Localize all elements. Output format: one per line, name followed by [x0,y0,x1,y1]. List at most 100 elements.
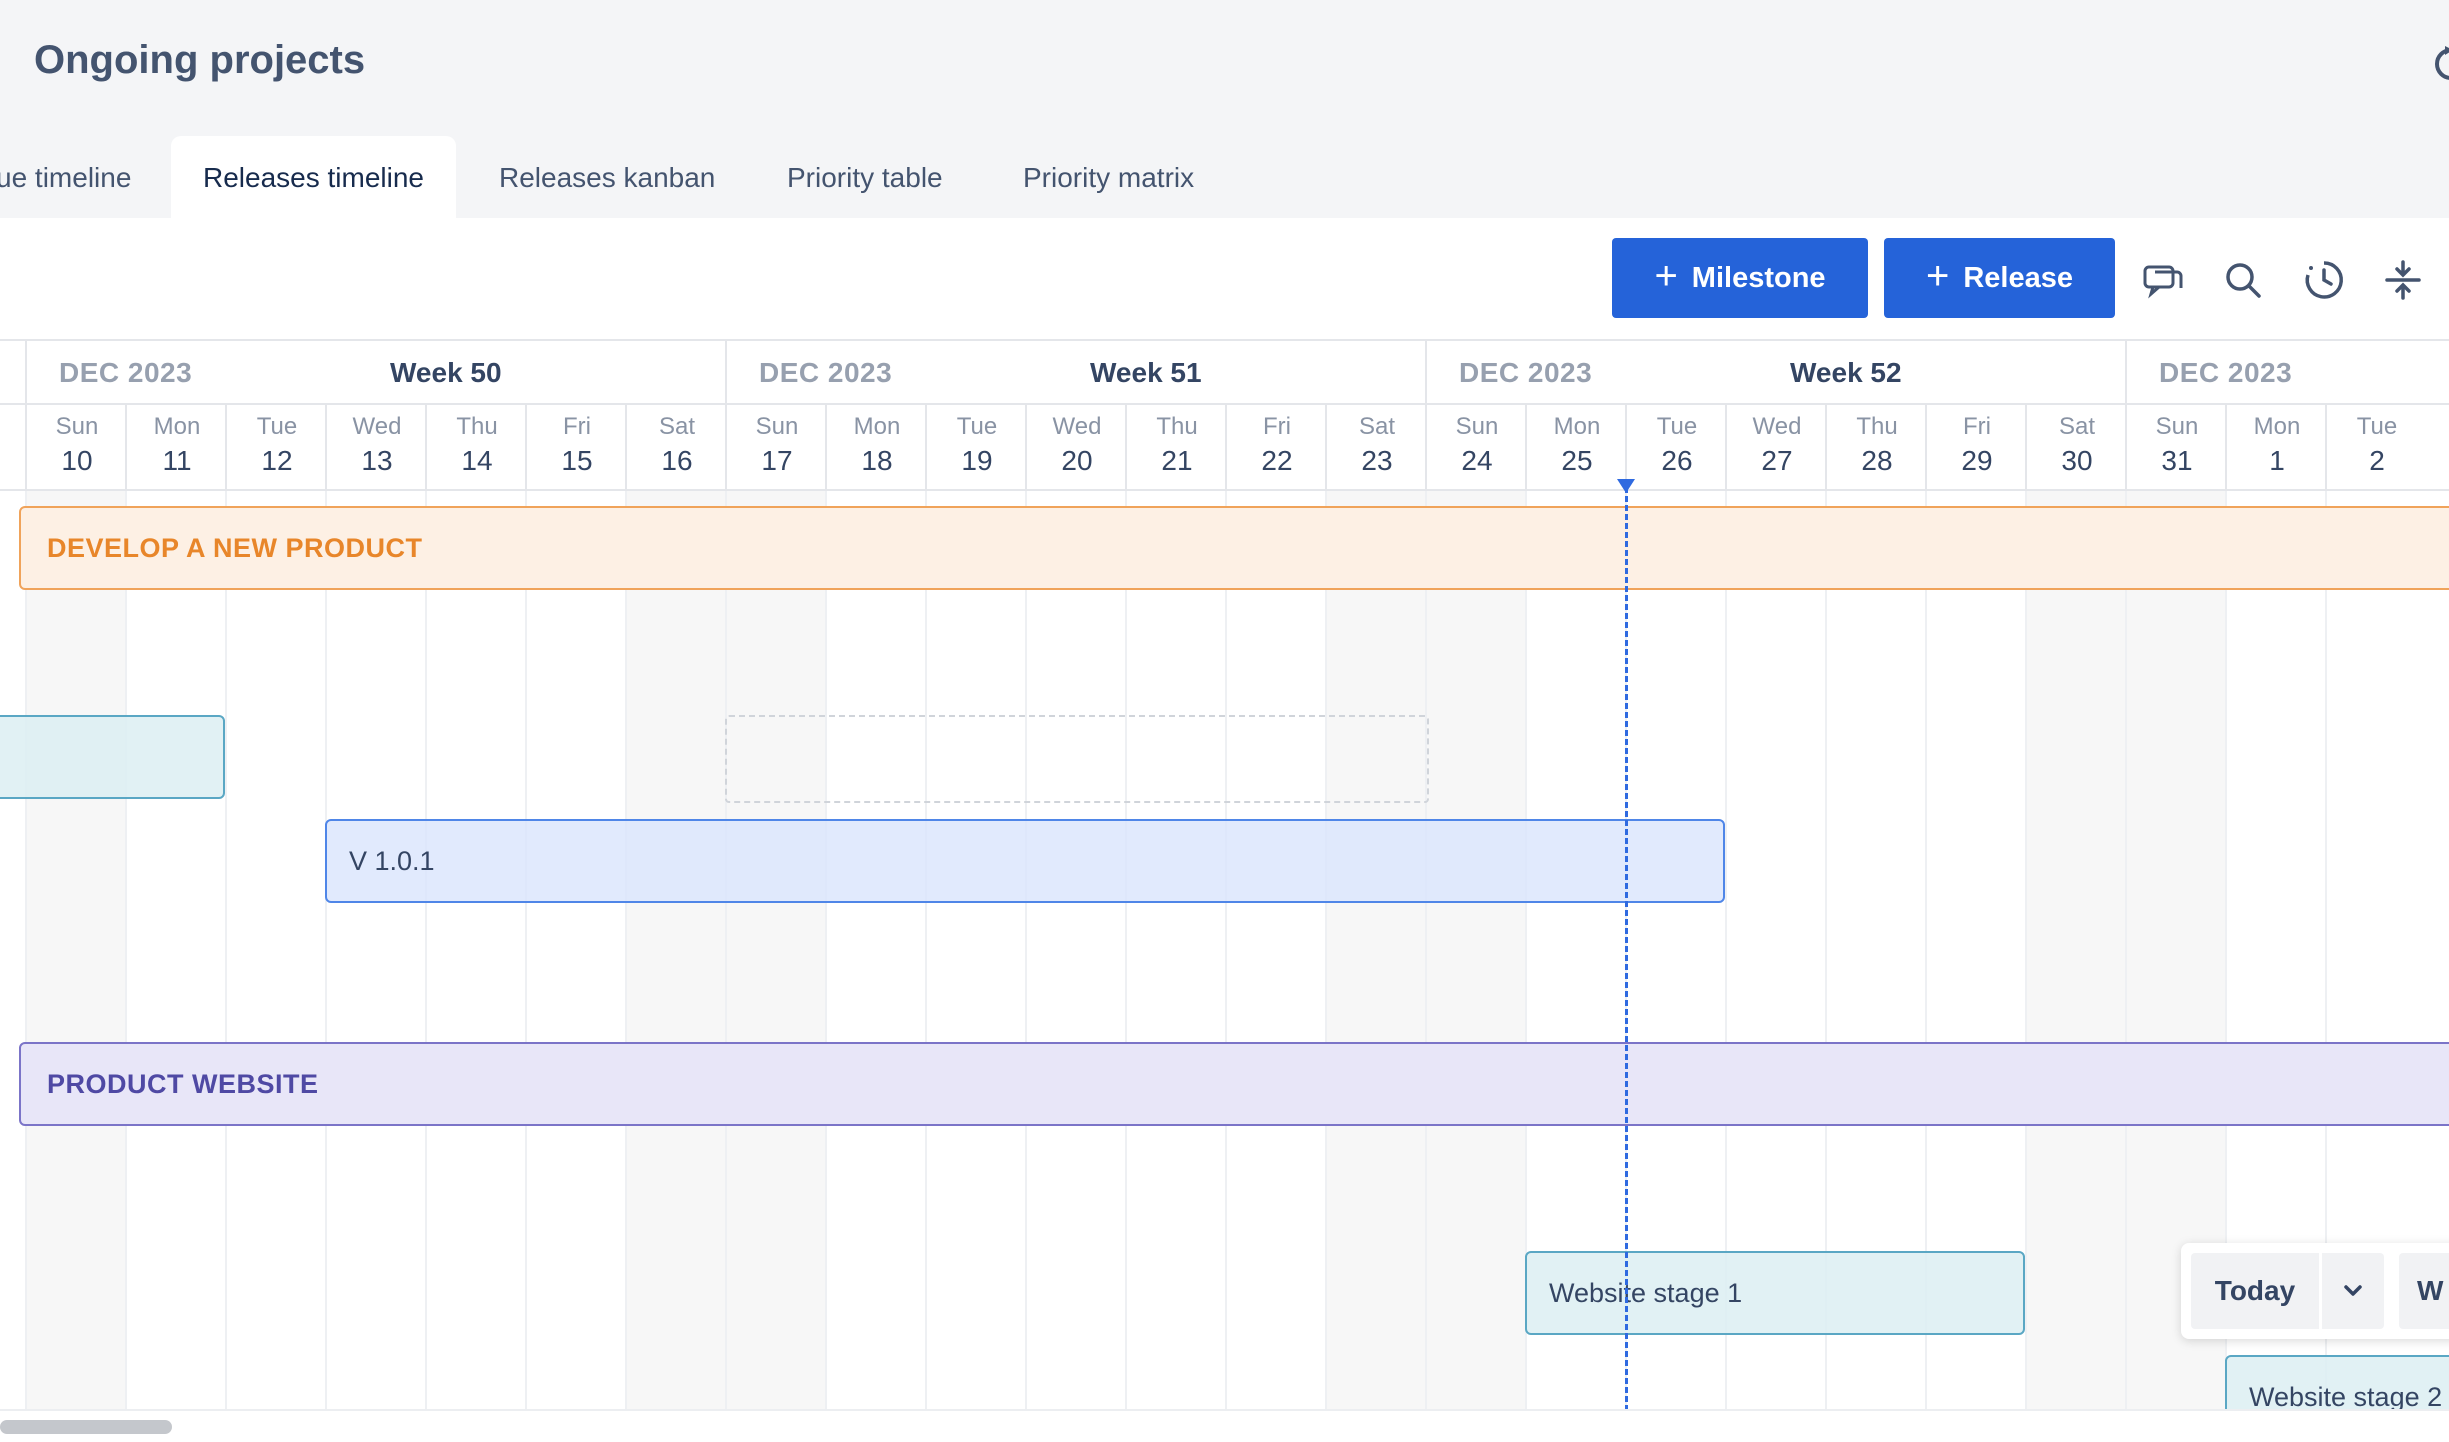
day-name: Tue [1656,413,1698,440]
add-milestone-button[interactable]: + Milestone [1612,238,1868,318]
week-label: Week 52 [1790,357,1902,388]
day-name: Mon [153,413,201,440]
refresh-icon[interactable] [2431,44,2449,84]
day-number: 1 [2269,445,2285,476]
day-name: Tue [256,413,298,440]
today-line [1625,487,1628,1411]
day-number: 21 [1161,445,1193,476]
tab-priority-matrix[interactable]: Priority matrix [1023,136,1194,218]
day-name: Mon [1553,413,1601,440]
day-number: 29 [1961,445,1993,476]
day-name: Thu [456,413,498,440]
search-icon[interactable] [2221,258,2265,302]
chevron-down-icon[interactable] [2322,1253,2384,1329]
day-name: Tue [956,413,998,440]
day-name: Tue [2356,413,2398,440]
day-cell: Mon 25 [1525,403,1627,489]
day-cell: Sun 24 [1425,403,1527,489]
page-title: Ongoing projects [34,38,366,82]
release-bar-website-stage-1[interactable]: Website stage 1 [1525,1251,2025,1335]
week-header: DEC 2023 Week 50 DEC 2023 Week 51 DEC 20… [0,341,2449,405]
week-header-cell: DEC 2023 [2125,341,2449,403]
day-cell: Wed 27 [1725,403,1827,489]
day-number: 10 [61,445,93,476]
week-month: DEC 2023 [759,357,893,388]
day-name: Thu [1156,413,1198,440]
tab-releases-timeline[interactable]: Releases timeline [171,136,456,218]
week-header-cell: DEC 2023 Week 52 [1425,341,2127,403]
day-number: 16 [661,445,693,476]
day-name: Fri [1963,413,1991,440]
day-name: Sun [1455,413,1499,440]
day-name: Fri [563,413,591,440]
tab-priority-table[interactable]: Priority table [787,136,943,218]
day-number: 2 [2369,445,2385,476]
day-number: 13 [361,445,393,476]
tab-issue-timeline[interactable]: ue timeline [0,136,131,218]
day-cell: Mon 1 [2225,403,2327,489]
day-name: Sat [2058,413,2096,440]
week-month: DEC 2023 [59,357,193,388]
day-number: 30 [2061,445,2093,476]
day-name: Sat [658,413,696,440]
day-name: Thu [1856,413,1898,440]
day-number: 23 [1361,445,1393,476]
day-number: 25 [1561,445,1593,476]
epic-develop-new-product[interactable]: DEVELOP A NEW PRODUCT [19,506,2449,590]
week-label: Week 50 [390,357,502,388]
day-number: 28 [1861,445,1893,476]
today-button[interactable]: Today [2191,1253,2319,1329]
day-number: 14 [461,445,493,476]
day-number: 31 [2161,445,2193,476]
day-number: 11 [162,445,192,476]
history-clock-icon[interactable] [2302,258,2346,302]
scrollbar-thumb[interactable] [0,1420,172,1434]
today-navigation: Today W [2181,1243,2449,1339]
tab-releases-kanban[interactable]: Releases kanban [499,136,715,218]
day-name: Mon [2253,413,2301,440]
release-bar-website-stage-2[interactable]: Website stage 2 [2225,1355,2449,1411]
day-cell: Tue 12 [225,403,327,489]
release-button-label: Release [1963,261,2073,294]
day-cell: Sun 17 [725,403,827,489]
day-number: 19 [961,445,993,476]
release-bar[interactable] [0,715,225,799]
day-cell: Tue 2 [2325,403,2427,489]
view-tabs: ue timeline Releases timeline Releases k… [0,136,1400,218]
day-number: 18 [861,445,893,476]
day-name: Wed [1052,413,1102,440]
day-name: Sun [755,413,799,440]
day-cell: Mon 11 [125,403,227,489]
day-cell: Sat 30 [2025,403,2127,489]
release-bar-v101[interactable]: V 1.0.1 [325,819,1725,903]
day-header: Sun 10 Mon 11 Tue 12 Wed 13 Thu 14 Fri 15 Sat 1… [0,403,2449,491]
day-cell: Wed 20 [1025,403,1127,489]
collapse-rows-icon[interactable] [2381,258,2425,302]
epic-product-website[interactable]: PRODUCT WEBSITE [19,1042,2449,1126]
day-name: Fri [1263,413,1291,440]
day-cell: Sun 31 [2125,403,2227,489]
day-cell: Tue 19 [925,403,1027,489]
day-number: 22 [1261,445,1293,476]
day-number: 24 [1461,445,1493,476]
day-number: 26 [1661,445,1693,476]
add-release-button[interactable]: + Release [1884,238,2115,318]
release-placeholder[interactable] [725,715,1429,803]
week-header-cell: DEC 2023 Week 51 [725,341,1427,403]
day-cell: Thu 14 [425,403,527,489]
day-number: 15 [561,445,593,476]
day-number: 17 [761,445,793,476]
day-cell: Sat 23 [1325,403,1427,489]
day-cell: Thu 21 [1125,403,1227,489]
day-cell: Wed 13 [325,403,427,489]
day-cell: Thu 28 [1825,403,1927,489]
view-mode-button[interactable]: W [2399,1253,2449,1329]
comments-icon[interactable] [2141,258,2185,302]
week-month: DEC 2023 [2159,357,2293,388]
week-header-cell: DEC 2023 Week 50 [25,341,727,403]
week-month: DEC 2023 [1459,357,1593,388]
timeline-grid[interactable]: DEC 2023 Week 50 DEC 2023 Week 51 DEC 20… [0,339,2449,1411]
horizontal-scrollbar[interactable] [0,1409,2449,1442]
day-cell: Fri 22 [1225,403,1327,489]
day-cell: Fri 15 [525,403,627,489]
